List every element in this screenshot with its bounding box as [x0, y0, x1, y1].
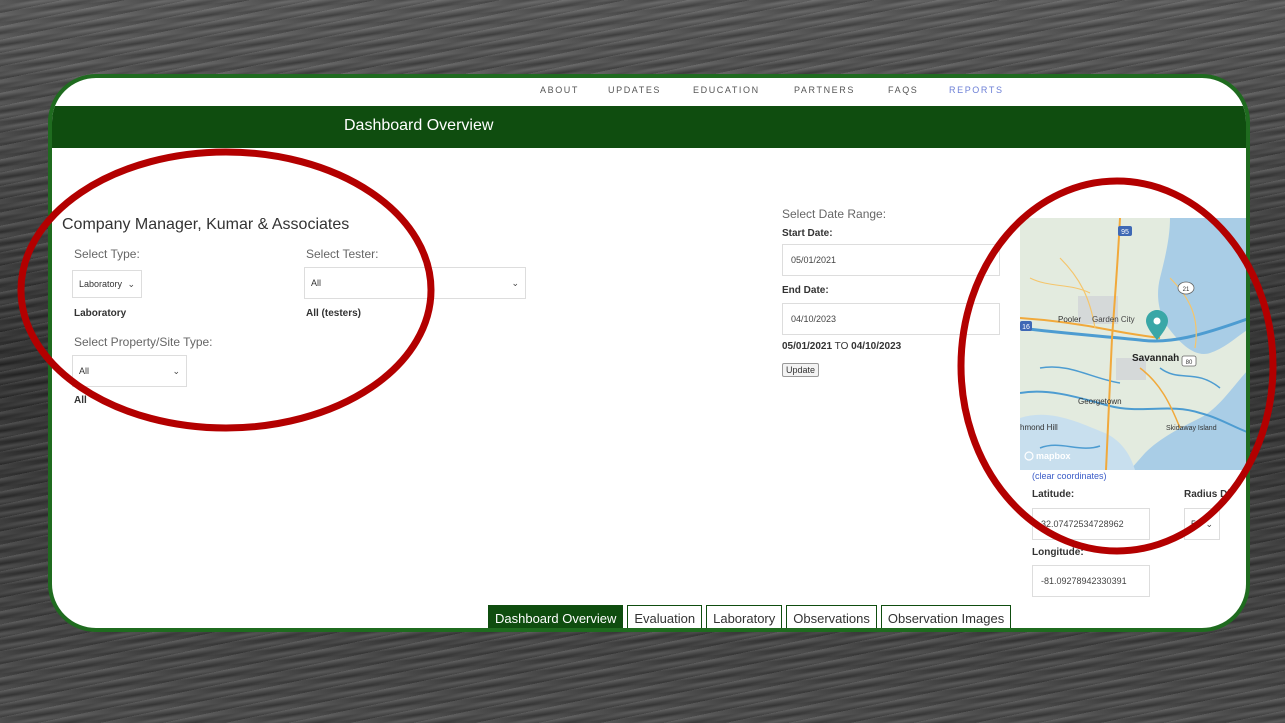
update-button[interactable]: Update	[782, 363, 820, 377]
radius-select[interactable]: 50 ⌄	[1184, 508, 1220, 540]
mapbox-logo: mapbox	[1036, 451, 1071, 461]
tester-select[interactable]: All ⌄	[304, 267, 526, 299]
property-select[interactable]: All ⌄	[72, 355, 187, 387]
chevron-down-icon: ⌄	[511, 277, 519, 288]
header-banner: Dashboard Overview	[52, 106, 1246, 148]
summary-end: 04/10/2023	[851, 341, 902, 352]
type-select[interactable]: Laboratory ⌄	[72, 270, 142, 298]
longitude-label: Longitude:	[1032, 547, 1084, 558]
type-selected-text: Laboratory	[74, 308, 127, 319]
start-date-input[interactable]: 05/01/2021	[782, 244, 1000, 276]
latitude-input[interactable]: 32.07472534728962	[1032, 508, 1150, 540]
map-label-savannah: Savannah	[1132, 353, 1179, 364]
summary-start: 05/01/2021	[782, 341, 833, 352]
nav-partners[interactable]: PARTNERS	[794, 85, 855, 95]
tab-laboratory[interactable]: Laboratory	[706, 605, 783, 628]
property-select-value: All	[79, 366, 90, 376]
tab-observations[interactable]: Observations	[786, 605, 877, 628]
tab-evaluation[interactable]: Evaluation	[627, 605, 703, 628]
report-tabs: Dashboard Overview Evaluation Laboratory…	[488, 605, 1012, 628]
longitude-input[interactable]: -81.09278942330391	[1032, 565, 1150, 597]
nav-education[interactable]: EDUCATION	[693, 85, 760, 95]
top-navigation: ABOUT UPDATES EDUCATION PARTNERS FAQS RE…	[52, 78, 1246, 106]
tab-dashboard-overview[interactable]: Dashboard Overview	[488, 605, 624, 628]
nav-faqs[interactable]: FAQS	[888, 85, 918, 95]
radius-select-value: 50	[1191, 519, 1202, 529]
end-date-input[interactable]: 04/10/2023	[782, 303, 1000, 335]
map-shield-21: 21	[1183, 287, 1190, 293]
date-range-summary: 05/01/2021 TO 04/10/2023	[782, 341, 901, 352]
start-date-label: Start Date:	[782, 228, 833, 239]
clear-coordinates-link[interactable]: (clear coordinates)	[1032, 471, 1107, 481]
tab-observation-images[interactable]: Observation Images	[880, 605, 1012, 628]
nav-updates[interactable]: UPDATES	[608, 85, 661, 95]
map-label-georgetown: Georgetown	[1078, 397, 1122, 406]
select-type-label: Select Type:	[74, 247, 140, 261]
page-title: Dashboard Overview	[344, 117, 494, 134]
chevron-down-icon: ⌄	[172, 365, 180, 376]
date-range-label: Select Date Range:	[782, 207, 887, 221]
company-name: Company Manager, Kumar & Associates	[62, 216, 350, 233]
radius-label: Radius Di	[1184, 489, 1231, 500]
latitude-label: Latitude:	[1032, 489, 1075, 500]
map-shield-16: 16	[1022, 324, 1030, 331]
type-select-value: Laboratory	[79, 279, 123, 289]
chevron-down-icon: ⌄	[1205, 518, 1213, 529]
map-label-richmond-hill: hmond Hill	[1020, 423, 1058, 432]
map-label-garden-city: Garden City	[1092, 315, 1135, 324]
nav-reports[interactable]: REPORTS	[949, 85, 1004, 95]
select-tester-label: Select Tester:	[306, 247, 379, 261]
end-date-label: End Date:	[782, 285, 829, 296]
map-shield-95: 95	[1121, 229, 1129, 236]
map-graphic: 95 21 16 80 Pooler Garden City Savannah …	[1020, 218, 1246, 470]
map-shield-80: 80	[1186, 360, 1193, 366]
location-map[interactable]: 95 21 16 80 Pooler Garden City Savannah …	[1020, 218, 1246, 470]
summary-to: TO	[834, 341, 849, 352]
nav-about[interactable]: ABOUT	[540, 85, 579, 95]
select-property-label: Select Property/Site Type:	[74, 335, 213, 349]
map-label-pooler: Pooler	[1058, 315, 1081, 324]
app-frame: ABOUT UPDATES EDUCATION PARTNERS FAQS RE…	[48, 74, 1250, 632]
tester-select-value: All	[311, 278, 322, 288]
map-label-skidaway: Skidaway Island	[1166, 425, 1217, 432]
chevron-down-icon: ⌄	[127, 278, 135, 289]
tester-selected-text: All (testers)	[306, 308, 362, 319]
property-selected-text: All	[74, 395, 87, 406]
